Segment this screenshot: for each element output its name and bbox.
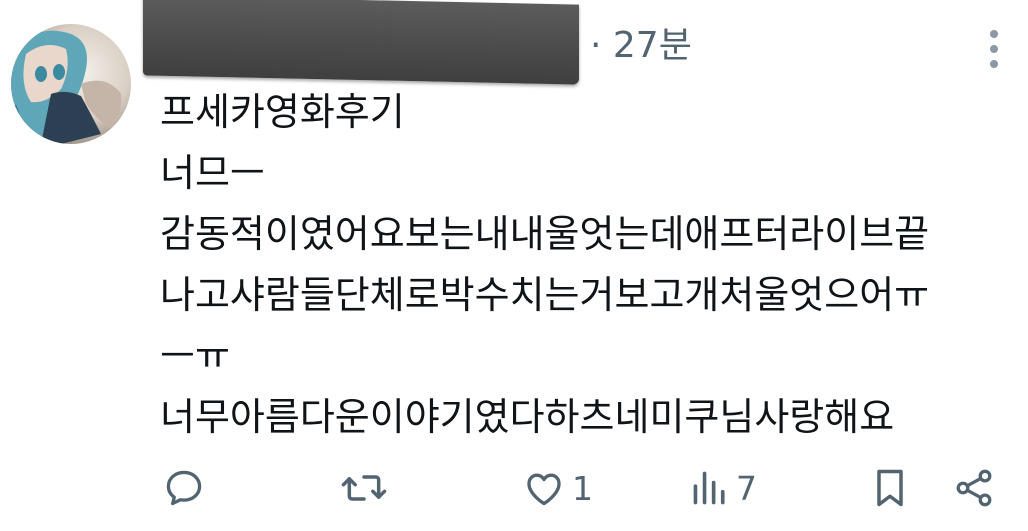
more-dot-icon (990, 30, 998, 38)
bookmark-icon (877, 469, 903, 507)
more-options-button[interactable] (976, 26, 1012, 72)
post-line: 너므ㅡ (160, 151, 265, 195)
heart-icon (527, 473, 561, 506)
avatar-image (11, 24, 131, 144)
avatar[interactable] (11, 24, 131, 144)
like-button[interactable]: 1 (522, 458, 593, 518)
timestamp[interactable]: · 27분 (590, 24, 692, 68)
action-bar: 1 7 (0, 458, 1028, 518)
reply-icon (166, 470, 202, 506)
post-line: 너무아름다운이야기였다하츠네미쿠님사랑해요 (160, 395, 895, 439)
more-dot-icon (990, 60, 998, 68)
retweet-icon (341, 475, 387, 501)
views-icon (693, 471, 725, 505)
share-icon (956, 469, 992, 507)
post-line: 나고샤람들단체로박수치는거보고개처울엇으어ㅠ (160, 273, 930, 317)
post-text: 프세카영화후기 너므ㅡ 감동적이였어요보는내내울엇는데애프터라이브끝 나고샤람들… (160, 82, 1020, 448)
like-count: 1 (572, 468, 593, 508)
reply-button[interactable] (162, 458, 212, 518)
bookmark-button[interactable] (870, 458, 910, 518)
redacted-username (143, 0, 579, 85)
share-button[interactable] (952, 458, 996, 518)
more-dot-icon (990, 45, 998, 53)
post-line: ㅡㅠ (160, 334, 230, 378)
views-button[interactable]: 7 (690, 458, 757, 518)
views-count: 7 (736, 468, 757, 508)
post-line: 감동적이였어요보는내내울엇는데애프터라이브끝 (160, 212, 930, 256)
post-line: 프세카영화후기 (160, 90, 405, 134)
retweet-button[interactable] (340, 458, 394, 518)
